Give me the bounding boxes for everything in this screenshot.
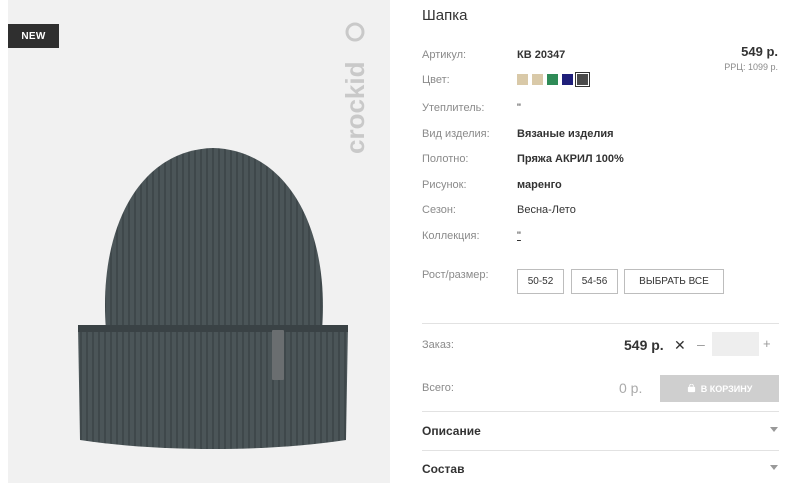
total-value: 0 р. [619, 380, 643, 396]
cart-icon [687, 384, 695, 393]
order-price: 549 р. [624, 337, 664, 353]
svg-text:crockid: crockid [340, 62, 370, 155]
product-title: Шапка [422, 7, 468, 24]
season-value: Весна-Лето [517, 204, 576, 216]
chevron-down-icon[interactable] [770, 465, 778, 470]
color-swatch[interactable] [562, 74, 573, 85]
article-label: Артикул: [422, 49, 467, 61]
crockid-logo: crockid [340, 22, 370, 155]
color-swatch[interactable] [517, 74, 528, 85]
fabric-value: Пряжа АКРИЛ 100% [517, 153, 624, 165]
size-option-54-56[interactable]: 54-56 [571, 269, 618, 294]
add-to-cart-label: В КОРЗИНУ [700, 383, 753, 394]
collection-value[interactable]: " [517, 230, 521, 242]
type-value: Вязаные изделия [517, 128, 614, 140]
color-swatches [517, 72, 590, 87]
divider [422, 323, 779, 324]
size-label: Рост/размер: [422, 269, 489, 281]
decrement-button[interactable]: – [697, 336, 705, 352]
color-swatch-selected[interactable] [575, 72, 590, 87]
color-swatch[interactable] [547, 74, 558, 85]
collection-label: Коллекция: [422, 230, 480, 242]
insulation-label: Утеплитель: [422, 102, 485, 114]
product-rrp: РРЦ: 1099 р. [724, 62, 778, 72]
color-label: Цвет: [422, 74, 450, 86]
season-label: Сезон: [422, 204, 456, 216]
size-option-50-52[interactable]: 50-52 [517, 269, 564, 294]
hat-image [78, 148, 348, 449]
divider [422, 450, 779, 451]
chevron-down-icon[interactable] [770, 427, 778, 432]
product-photo[interactable] [8, 0, 390, 483]
pattern-value: маренго [517, 179, 562, 191]
order-label: Заказ: [422, 339, 454, 351]
times-icon: ✕ [674, 337, 686, 353]
total-label: Всего: [422, 382, 454, 394]
divider [422, 411, 779, 412]
add-to-cart-button[interactable]: В КОРЗИНУ [660, 375, 779, 402]
increment-button[interactable]: + [763, 336, 771, 351]
accordion-composition[interactable]: Состав [422, 462, 464, 476]
article-value: КВ 20347 [517, 49, 566, 61]
quantity-input[interactable] [712, 332, 759, 356]
fabric-label: Полотно: [422, 153, 469, 165]
select-all-sizes-button[interactable]: ВЫБРАТЬ ВСЕ [624, 269, 724, 294]
new-badge: NEW [8, 24, 59, 48]
product-price: 549 р. [741, 44, 778, 59]
type-label: Вид изделия: [422, 128, 490, 140]
insulation-value: " [517, 102, 521, 114]
color-swatch[interactable] [532, 74, 543, 85]
accordion-description[interactable]: Описание [422, 424, 481, 438]
pattern-label: Рисунок: [422, 179, 467, 191]
